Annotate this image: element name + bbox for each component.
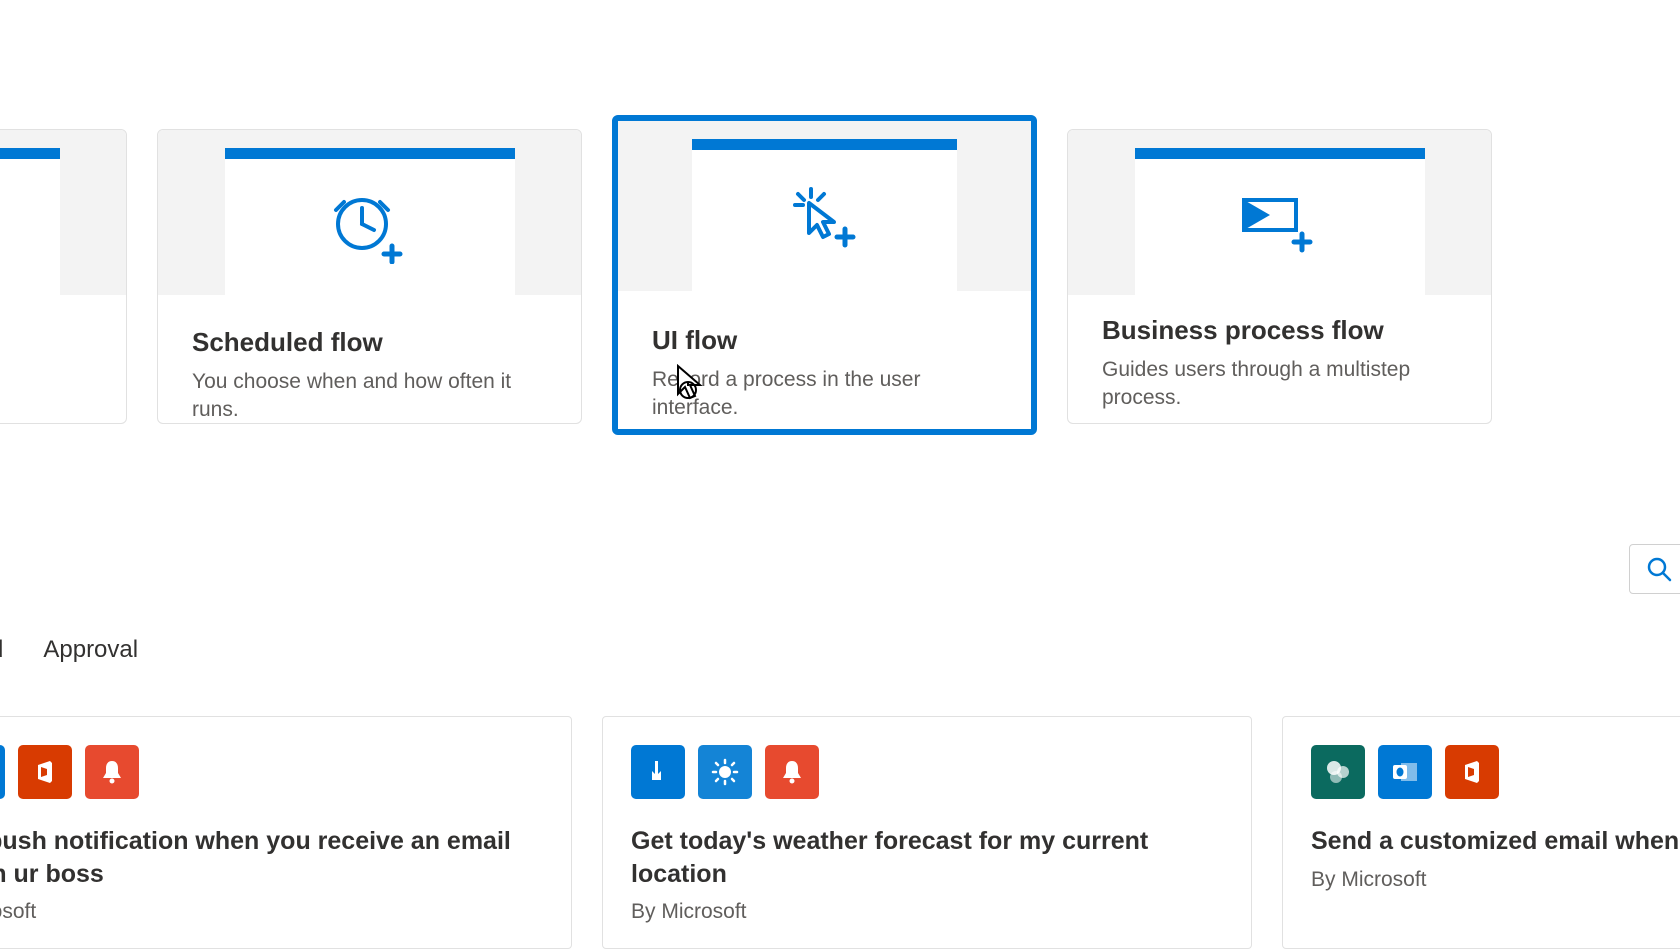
flow-card-desc: Record a process in the user interface. bbox=[652, 366, 997, 423]
flow-card-title: UI flow bbox=[652, 325, 997, 356]
card-inner-block bbox=[1135, 148, 1425, 295]
search-button[interactable] bbox=[1629, 544, 1680, 594]
card-body: Scheduled flow You choose when and how o… bbox=[158, 295, 581, 424]
card-body: d. bbox=[0, 295, 126, 385]
sharepoint-icon bbox=[1311, 745, 1365, 799]
card-inner-bar bbox=[692, 139, 957, 150]
connector-icon bbox=[0, 745, 5, 799]
flow-card-desc: d. bbox=[0, 337, 92, 365]
weather-icon bbox=[698, 745, 752, 799]
card-header bbox=[618, 121, 1031, 291]
tab-approval[interactable]: Approval bbox=[43, 636, 138, 664]
notifications-icon bbox=[765, 745, 819, 799]
process-plus-icon bbox=[1240, 196, 1320, 263]
card-header bbox=[0, 130, 126, 295]
tab-partial[interactable]: d bbox=[0, 636, 3, 664]
template-icon-row bbox=[631, 745, 1223, 799]
template-author: By Microsoft bbox=[631, 900, 1223, 924]
notifications-icon bbox=[85, 745, 139, 799]
template-title: Get today's weather forecast for my curr… bbox=[631, 825, 1223, 890]
flow-card-ui-flow[interactable]: UI flow Record a process in the user int… bbox=[612, 115, 1037, 435]
flow-type-card-row: d. Schedul bbox=[0, 129, 1492, 449]
outlook-icon bbox=[1378, 745, 1432, 799]
card-header bbox=[158, 130, 581, 295]
template-author: Microsoft bbox=[0, 900, 543, 924]
card-body: UI flow Record a process in the user int… bbox=[618, 291, 1031, 435]
template-category-tabs: d Approval bbox=[0, 636, 138, 664]
template-card-push-notification[interactable]: t a push notification when you receive a… bbox=[0, 716, 572, 949]
flow-card-automated[interactable]: d. bbox=[0, 129, 127, 424]
template-title: t a push notification when you receive a… bbox=[0, 825, 543, 890]
template-title: Send a customized email when a bbox=[1311, 825, 1680, 858]
cursor-click-plus-icon bbox=[789, 187, 861, 258]
card-inner-bar bbox=[0, 148, 60, 159]
template-icon-row bbox=[1311, 745, 1680, 799]
card-header bbox=[1068, 130, 1491, 295]
flow-card-title: Scheduled flow bbox=[192, 327, 547, 358]
card-inner-block bbox=[692, 139, 957, 291]
card-inner-bar bbox=[225, 148, 515, 159]
template-icon-row bbox=[0, 745, 543, 799]
template-card-custom-email[interactable]: Send a customized email when a By Micros… bbox=[1282, 716, 1680, 949]
card-body: Business process flow Guides users throu… bbox=[1068, 295, 1491, 424]
flow-card-scheduled[interactable]: Scheduled flow You choose when and how o… bbox=[157, 129, 582, 424]
template-card-weather[interactable]: Get today's weather forecast for my curr… bbox=[602, 716, 1252, 949]
card-inner-block bbox=[225, 148, 515, 295]
clock-plus-icon bbox=[332, 196, 408, 269]
office-icon bbox=[18, 745, 72, 799]
card-inner-block bbox=[0, 148, 60, 295]
template-author: By Microsoft bbox=[1311, 868, 1680, 892]
flow-card-title: Business process flow bbox=[1102, 315, 1457, 346]
flow-card-business-process[interactable]: Business process flow Guides users throu… bbox=[1067, 129, 1492, 424]
flow-card-desc: You choose when and how often it runs. bbox=[192, 368, 547, 424]
office-icon bbox=[1445, 745, 1499, 799]
flow-card-desc: Guides users through a multistep process… bbox=[1102, 356, 1457, 413]
card-inner-bar bbox=[1135, 148, 1425, 159]
search-icon bbox=[1646, 556, 1672, 582]
button-icon bbox=[631, 745, 685, 799]
template-card-row: t a push notification when you receive a… bbox=[0, 716, 1680, 949]
